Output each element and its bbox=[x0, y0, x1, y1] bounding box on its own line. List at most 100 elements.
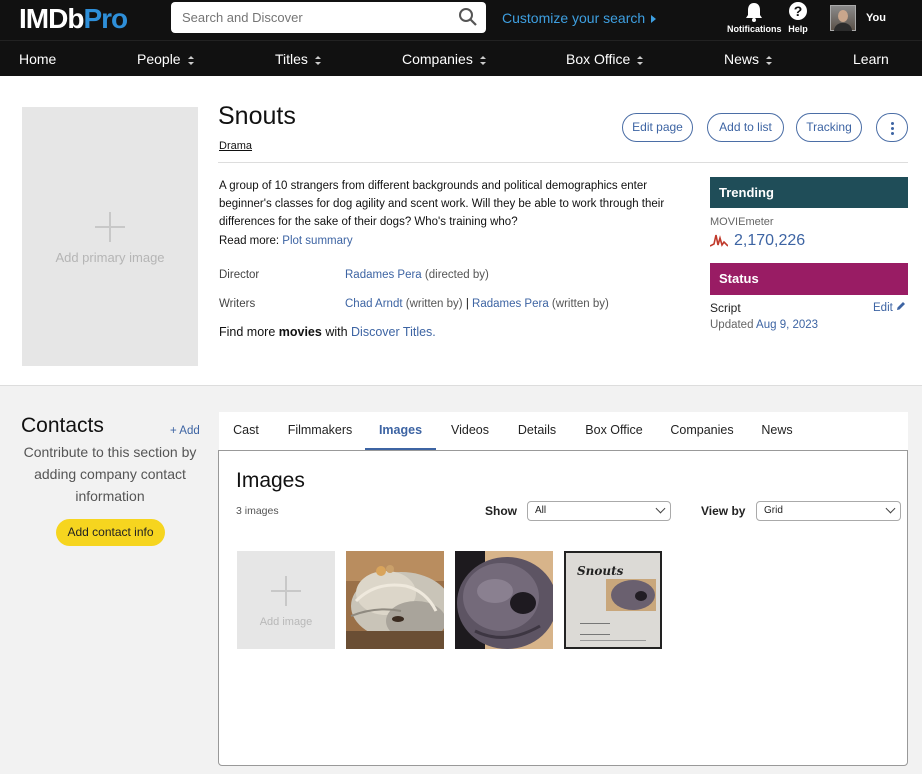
main-nav: Home People Titles Companies Box Office … bbox=[0, 40, 922, 76]
image-thumbnail[interactable] bbox=[455, 551, 553, 649]
image-thumbnail[interactable] bbox=[346, 551, 444, 649]
dog-photo bbox=[346, 551, 444, 649]
writer-link[interactable]: Chad Arndt bbox=[345, 298, 403, 310]
tab-companies[interactable]: Companies bbox=[667, 412, 737, 450]
tab-videos[interactable]: Videos bbox=[447, 412, 493, 450]
sort-icon bbox=[187, 55, 194, 65]
nav-news[interactable]: News bbox=[724, 51, 773, 67]
add-primary-image[interactable]: Add primary image bbox=[22, 107, 198, 366]
status-value: Script bbox=[710, 301, 741, 315]
help-label: Help bbox=[788, 24, 808, 34]
user-menu[interactable]: You bbox=[866, 12, 886, 24]
avatar[interactable] bbox=[830, 5, 856, 31]
nav-titles-label: Titles bbox=[275, 51, 308, 67]
nav-news-label: News bbox=[724, 51, 760, 67]
chevron-down-icon bbox=[885, 503, 896, 514]
nav-box-office[interactable]: Box Office bbox=[566, 51, 644, 67]
images-count: 3 images bbox=[236, 505, 279, 517]
tab-box-office[interactable]: Box Office bbox=[581, 412, 647, 450]
find-bold: movies bbox=[278, 325, 322, 339]
tab-details[interactable]: Details bbox=[513, 412, 561, 450]
moviemeter-value[interactable]: 2,170,226 bbox=[709, 232, 806, 250]
add-to-list-button[interactable]: Add to list bbox=[707, 113, 784, 142]
view-by-selected: Grid bbox=[764, 505, 783, 516]
pencil-icon bbox=[897, 302, 906, 310]
top-bar: IMDbPro Customize your search Notificati… bbox=[0, 0, 922, 40]
discover-titles-link[interactable]: Discover Titles. bbox=[351, 325, 436, 339]
title-header: Add primary image Snouts Drama Edit page… bbox=[0, 76, 922, 386]
caret-right-icon bbox=[651, 15, 657, 24]
notifications-label: Notifications bbox=[727, 24, 782, 34]
search-box bbox=[171, 2, 486, 33]
nav-home[interactable]: Home bbox=[19, 51, 56, 67]
notifications-button[interactable]: Notifications bbox=[727, 1, 782, 34]
add-contact-link[interactable]: + Add bbox=[170, 425, 200, 437]
writers-label: Writers bbox=[219, 298, 256, 310]
nav-people[interactable]: People bbox=[137, 51, 194, 67]
writers-value: Chad Arndt (written by) | Radames Pera (… bbox=[345, 298, 609, 310]
genre-link[interactable]: Drama bbox=[219, 140, 252, 152]
plot-summary-link[interactable]: Plot summary bbox=[282, 235, 352, 247]
director-link[interactable]: Radames Pera bbox=[345, 269, 422, 281]
show-select[interactable]: All bbox=[527, 501, 671, 521]
search-input[interactable] bbox=[171, 2, 441, 33]
nav-companies-label: Companies bbox=[402, 51, 473, 67]
add-image-label: Add image bbox=[259, 616, 313, 628]
show-selected: All bbox=[535, 505, 547, 516]
images-heading: Images bbox=[236, 469, 305, 492]
contacts-heading: Contacts bbox=[21, 414, 104, 437]
nav-learn[interactable]: Learn bbox=[853, 51, 889, 67]
tab-cast[interactable]: Cast bbox=[227, 412, 265, 450]
image-thumbnail[interactable]: Snouts bbox=[564, 551, 662, 649]
dog-nose-photo bbox=[455, 551, 553, 649]
poster-nose-image bbox=[606, 579, 656, 611]
add-image-tile[interactable]: Add image bbox=[237, 551, 335, 649]
status-edit-button[interactable]: Edit bbox=[873, 301, 906, 314]
sort-icon bbox=[766, 55, 773, 65]
plus-icon bbox=[271, 576, 301, 606]
logo-imdb: IMDb bbox=[19, 3, 84, 34]
nav-titles[interactable]: Titles bbox=[275, 51, 321, 67]
avatar-body bbox=[834, 23, 852, 31]
writer-note: (written by) bbox=[548, 298, 609, 310]
imdbpro-logo[interactable]: IMDbPro bbox=[19, 3, 128, 35]
director-value: Radames Pera (directed by) bbox=[345, 269, 489, 281]
section-tabs: Cast Filmmakers Images Videos Details Bo… bbox=[219, 412, 908, 450]
plot-summary: A group of 10 strangers from different b… bbox=[219, 180, 665, 228]
moviemeter-rank: 2,170,226 bbox=[734, 232, 806, 249]
more-dot-icon bbox=[891, 132, 894, 135]
images-panel: Images 3 images Show All View by Grid Ad… bbox=[218, 450, 908, 766]
writer-link[interactable]: Radames Pera bbox=[472, 298, 549, 310]
director-label: Director bbox=[219, 269, 260, 281]
sort-icon bbox=[637, 55, 644, 65]
moviemeter-trend-icon bbox=[709, 234, 729, 247]
tab-filmmakers[interactable]: Filmmakers bbox=[281, 412, 359, 450]
add-contact-info-button[interactable]: Add contact info bbox=[56, 519, 165, 546]
poster: Snouts bbox=[566, 553, 660, 647]
chevron-down-icon bbox=[655, 503, 666, 514]
tab-news[interactable]: News bbox=[757, 412, 797, 450]
customize-search-link[interactable]: Customize your search bbox=[502, 10, 657, 26]
logo-pro: Pro bbox=[83, 3, 128, 34]
view-by-select[interactable]: Grid bbox=[756, 501, 901, 521]
updated-prefix: Updated bbox=[710, 319, 757, 331]
plus-icon bbox=[95, 212, 125, 242]
nav-people-label: People bbox=[137, 51, 181, 67]
more-dot-icon bbox=[891, 122, 894, 125]
status-edit-label: Edit bbox=[873, 302, 893, 314]
moviemeter-label: MOVIEmeter bbox=[710, 216, 774, 228]
nav-companies[interactable]: Companies bbox=[402, 51, 486, 67]
avatar-head bbox=[838, 10, 848, 22]
nav-box-office-label: Box Office bbox=[566, 51, 631, 67]
updated-date: Aug 9, 2023 bbox=[756, 319, 819, 331]
nav-home-label: Home bbox=[19, 51, 57, 67]
status-updated: Updated Aug 9, 2023 bbox=[710, 319, 818, 331]
more-options-button[interactable] bbox=[876, 113, 908, 142]
tracking-button[interactable]: Tracking bbox=[796, 113, 862, 142]
director-note: (directed by) bbox=[421, 269, 489, 281]
help-button[interactable]: ? Help bbox=[786, 1, 810, 34]
trending-heading: Trending bbox=[710, 177, 908, 208]
search-icon[interactable] bbox=[458, 7, 478, 27]
edit-page-button[interactable]: Edit page bbox=[622, 113, 693, 142]
tab-images[interactable]: Images bbox=[365, 412, 436, 450]
